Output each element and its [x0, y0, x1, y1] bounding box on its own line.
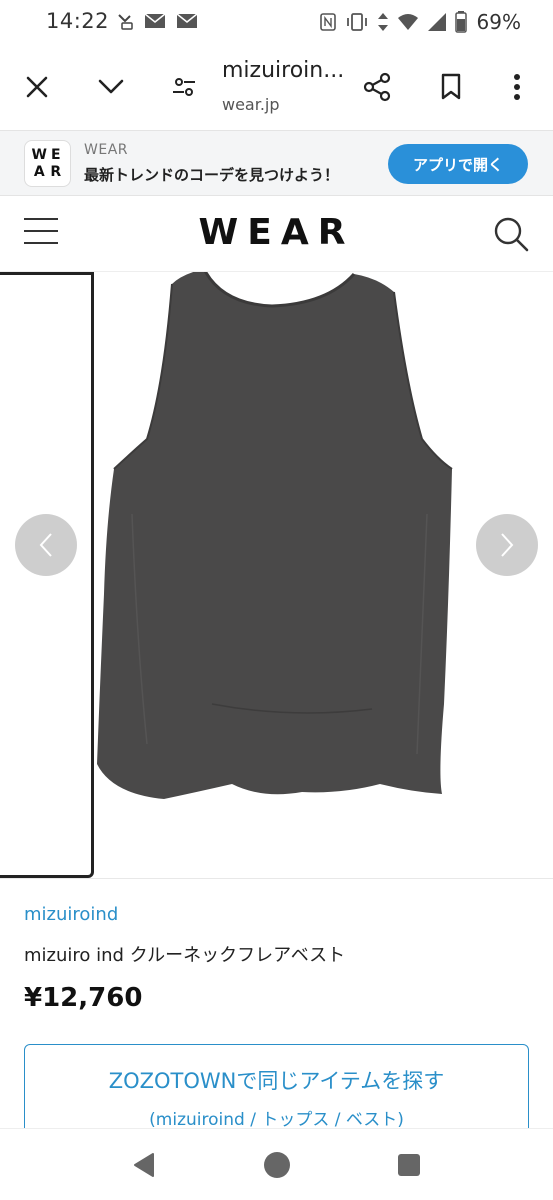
wifi-icon — [397, 14, 418, 30]
product-price: ¥12,760 — [24, 983, 143, 1013]
next-image-button[interactable] — [476, 514, 538, 576]
tune-icon — [173, 78, 195, 96]
banner-brand: WEAR — [84, 142, 128, 158]
bookmark-icon — [441, 73, 461, 100]
minimize-button[interactable] — [94, 70, 128, 104]
nfc-icon — [319, 13, 336, 31]
mail-icon — [144, 13, 166, 28]
zozotown-button-category: (mizuiroind / トップス / ベスト) — [149, 1110, 404, 1130]
site-header: WEAR — [0, 196, 553, 272]
signal-icon — [427, 13, 446, 31]
chevron-down-icon — [98, 79, 124, 94]
product-photo-vest — [97, 272, 453, 799]
app-promo-banner: W E A R WEAR 最新トレンドのコーデを見つけよう！ アプリで開く — [0, 130, 553, 196]
bookmark-button[interactable] — [434, 70, 468, 104]
battery-icon — [454, 11, 467, 33]
vibrate-icon — [346, 13, 367, 31]
product-name: mizuiro ind クルーネックフレアベスト — [24, 945, 346, 966]
zozotown-button-label: ZOZOTOWNで同じアイテムを探す — [108, 1069, 445, 1093]
battery-percent: 69% — [476, 10, 521, 34]
more-vert-icon — [514, 74, 520, 100]
page-domain[interactable]: wear.jp — [222, 95, 280, 114]
mail-icon — [176, 13, 198, 28]
share-button[interactable] — [360, 70, 394, 104]
back-triangle-icon — [134, 1153, 154, 1177]
back-button[interactable] — [128, 1149, 160, 1181]
previous-image-button[interactable] — [15, 514, 77, 576]
close-tab-button[interactable] — [20, 70, 54, 104]
recents-button[interactable] — [393, 1149, 425, 1181]
notification-icons — [116, 12, 198, 30]
missed-call-icon — [118, 14, 133, 30]
recents-square-icon — [398, 1154, 420, 1176]
close-icon — [26, 76, 48, 98]
section-divider — [0, 878, 553, 879]
status-time: 14:22 — [46, 9, 110, 33]
chevron-right-icon — [501, 533, 514, 557]
page-title[interactable]: mizuiroin... — [222, 58, 344, 83]
banner-tagline: 最新トレンドのコーデを見つけよう！ — [84, 166, 340, 184]
system-navigation-bar — [0, 1128, 553, 1200]
product-image-gallery — [0, 272, 553, 878]
search-icon[interactable] — [493, 216, 529, 252]
site-settings-button[interactable] — [167, 70, 201, 104]
brand-link[interactable]: mizuiroind — [24, 904, 118, 925]
home-button[interactable] — [261, 1149, 293, 1181]
system-icons: 69% — [319, 10, 521, 34]
wear-app-logo: W E A R — [24, 140, 71, 187]
share-icon — [363, 72, 391, 102]
data-arrows-icon — [377, 13, 388, 31]
site-logo[interactable]: WEAR — [0, 212, 553, 253]
home-circle-icon — [264, 1152, 290, 1178]
chevron-left-icon — [39, 533, 52, 557]
more-menu-button[interactable] — [500, 70, 534, 104]
status-bar: 14:22 69% — [0, 0, 553, 44]
open-in-app-button[interactable]: アプリで開く — [388, 144, 528, 184]
browser-toolbar: mizuiroin... wear.jp — [0, 44, 553, 130]
